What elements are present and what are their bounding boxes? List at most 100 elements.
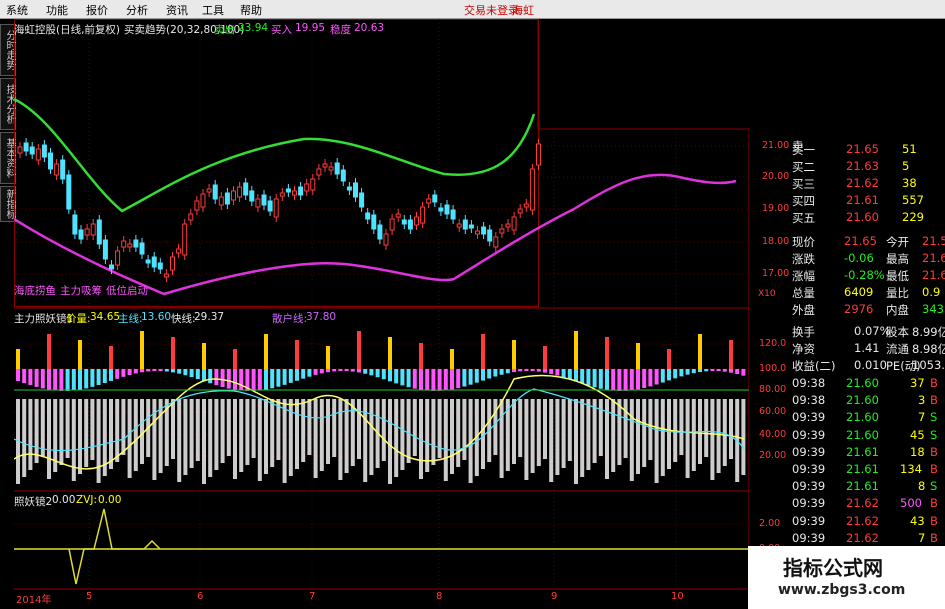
menu-function[interactable]: 功能 bbox=[46, 2, 68, 18]
buy-label: 买入 bbox=[271, 24, 292, 36]
candle bbox=[17, 142, 23, 158]
tick-volume: 43 bbox=[910, 513, 925, 528]
menu-help[interactable]: 帮助 bbox=[240, 2, 262, 18]
stat-key: 涨幅 bbox=[792, 269, 815, 283]
tick-price: 21.62 bbox=[846, 530, 879, 545]
stat-key: 涨跌 bbox=[792, 252, 815, 266]
indicator-bar bbox=[22, 369, 27, 477]
tick-price: 21.60 bbox=[846, 376, 879, 390]
candle bbox=[371, 210, 377, 234]
candle bbox=[316, 164, 322, 180]
marker-bottom-fishing: 海底捞鱼 bbox=[14, 285, 56, 297]
indicator-bar bbox=[344, 369, 349, 473]
tick-time: 09:39 bbox=[792, 479, 826, 494]
candle bbox=[505, 219, 511, 232]
sub1-main-value: 13.60 bbox=[141, 311, 172, 323]
candle bbox=[444, 200, 450, 219]
indicator-bar bbox=[660, 369, 665, 476]
stat2-value: 0.010 bbox=[854, 358, 887, 372]
sub2-zvj-value: 0.00 bbox=[98, 494, 122, 506]
stat-value: 21.65 bbox=[844, 234, 877, 248]
indicator-bar bbox=[691, 369, 696, 471]
indicator-bar bbox=[648, 369, 653, 460]
tick-price: 21.61 bbox=[846, 479, 879, 494]
candle bbox=[157, 258, 163, 274]
candle bbox=[206, 184, 212, 197]
indicator-bar bbox=[115, 369, 120, 462]
indicator-bar bbox=[350, 369, 355, 466]
candle bbox=[35, 144, 41, 165]
sell-label: 卖出 bbox=[214, 24, 235, 36]
candle bbox=[115, 246, 121, 270]
bid-level-volume: 38 bbox=[902, 176, 917, 190]
stat2-value: 1.41 bbox=[854, 341, 880, 355]
indicator-bar bbox=[636, 343, 640, 474]
candle bbox=[133, 235, 139, 252]
candle bbox=[170, 252, 175, 275]
stat2-value-2: 8.98亿 bbox=[912, 342, 945, 356]
indicator-bar bbox=[369, 369, 374, 475]
indicator-bar bbox=[518, 369, 523, 457]
stat-key-2: 内盘 bbox=[886, 303, 909, 317]
indicator-bar bbox=[121, 369, 126, 455]
x-label-5: 5 bbox=[86, 591, 93, 602]
tick-side: S bbox=[930, 427, 938, 442]
stat2-key: 收益(二) bbox=[792, 359, 836, 373]
indicator-bar bbox=[741, 369, 746, 475]
indicator-bar bbox=[183, 369, 188, 475]
indicator-bar bbox=[530, 369, 535, 473]
bid-level-volume: 229 bbox=[902, 210, 924, 224]
tick-volume: 8 bbox=[918, 479, 926, 494]
candle bbox=[231, 186, 236, 205]
candle bbox=[511, 212, 517, 235]
candle bbox=[401, 215, 407, 229]
menu-tools[interactable]: 工具 bbox=[202, 2, 224, 18]
trade-login-status[interactable]: 交易未登录 bbox=[464, 2, 519, 18]
indicator-bar bbox=[214, 369, 219, 470]
indicator-bar bbox=[220, 369, 225, 463]
indicator-bar bbox=[431, 369, 436, 465]
tick-side: S bbox=[930, 410, 938, 425]
menu-system[interactable]: 系统 bbox=[6, 2, 28, 18]
bid-level-label: 买二 bbox=[792, 160, 815, 174]
indicator-bar bbox=[735, 369, 740, 482]
tick-side: B bbox=[930, 393, 938, 408]
indicator-bar bbox=[251, 369, 256, 458]
watermark: 指标公式网 www.zbgs3.com bbox=[748, 546, 945, 609]
tick-time: 09:39 bbox=[792, 496, 826, 511]
candle bbox=[493, 232, 499, 252]
indicator-bar bbox=[567, 369, 572, 461]
quote-panel: 卖 买一 21.65 51 买二 21.63 5 买三 21.62 38 买四 21.61 557 买五… bbox=[750, 138, 945, 562]
menu-quote[interactable]: 报价 bbox=[86, 2, 108, 18]
stat-key: 现价 bbox=[792, 235, 815, 249]
indicator-bar bbox=[505, 369, 510, 471]
menu-bar: 系统 功能 报价 分析 资讯 工具 帮助 交易未登录 海虹 bbox=[0, 0, 945, 19]
candle bbox=[127, 239, 133, 252]
bid-level-label: 买四 bbox=[792, 194, 815, 208]
tick-time: 09:39 bbox=[792, 427, 826, 442]
main-chart-title: 海虹控股(日线,前复权) bbox=[14, 24, 121, 36]
sub2-value: 0.00 bbox=[52, 494, 76, 506]
bid-level-volume: 51 bbox=[902, 142, 917, 156]
indicator-bar bbox=[307, 369, 312, 455]
candle bbox=[389, 214, 395, 235]
candle bbox=[334, 158, 340, 179]
marker-accumulation: 主力吸筹 bbox=[60, 285, 102, 297]
buy-value: 19.95 bbox=[295, 22, 326, 34]
indicator-bar bbox=[133, 369, 138, 471]
stat-value-2: 21.6 bbox=[922, 268, 945, 282]
menu-analysis[interactable]: 分析 bbox=[126, 2, 148, 18]
sub1-fast-value: 29.37 bbox=[194, 311, 225, 323]
tick-time: 09:39 bbox=[792, 513, 826, 528]
tick-time: 09:39 bbox=[792, 410, 826, 425]
tick-time: 09:39 bbox=[792, 530, 826, 545]
menu-news[interactable]: 资讯 bbox=[166, 2, 188, 18]
tick-volume: 18 bbox=[910, 444, 925, 459]
bid-level-price: 21.60 bbox=[846, 210, 879, 224]
chart-area[interactable]: 海虹控股(日线,前复权) 买卖趋势(20,32,80,100) 卖出 23.94… bbox=[14, 19, 789, 606]
candle bbox=[340, 165, 346, 186]
stat-value-2: 21.6 bbox=[922, 251, 945, 265]
tick-time: 09:38 bbox=[792, 393, 826, 408]
indicator-bar bbox=[40, 369, 45, 456]
tick-volume: 7 bbox=[918, 530, 926, 545]
